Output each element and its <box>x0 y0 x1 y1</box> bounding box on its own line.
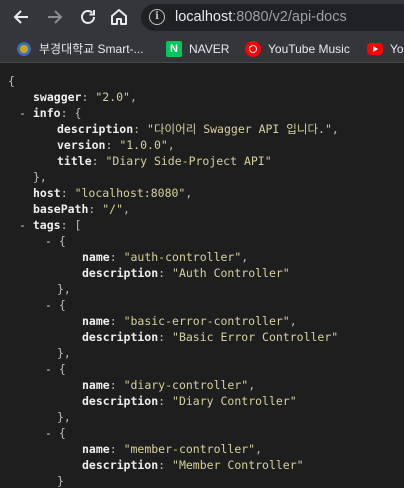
json-tag-open: - { <box>45 234 66 248</box>
json-tag-open: - { <box>45 426 66 440</box>
json-tag-description-row: description: "Diary Controller" <box>82 394 297 408</box>
json-root-open: { <box>8 74 15 88</box>
json-swagger-row: swagger: "2.0", <box>33 90 137 104</box>
forward-arrow-icon[interactable] <box>44 6 66 28</box>
url-text[interactable]: localhost:8080/v2/api-docs <box>175 9 347 25</box>
json-info-description-row: description: "다이어리 Swagger API 입니다.", <box>57 122 339 136</box>
naver-icon: N <box>166 41 182 57</box>
bookmark-label: 부경대학교 Smart-... <box>39 42 144 56</box>
json-tag-open: - { <box>45 362 66 376</box>
json-info-row: - info: { <box>19 106 82 120</box>
json-info-version-row: version: "1.0.0", <box>57 138 175 152</box>
json-tag-name-row: name: "diary-controller", <box>82 378 256 392</box>
json-tag-name-row: name: "basic-error-controller", <box>82 314 297 328</box>
collapse-toggle[interactable]: - <box>45 362 52 376</box>
university-icon <box>16 41 32 57</box>
json-basepath-row: basePath: "/", <box>33 202 130 216</box>
url-path: :8080/v2/api-docs <box>232 9 347 25</box>
bookmark-label: YouTube Music <box>268 42 350 56</box>
json-tag-description-row: description: "Auth Controller" <box>82 266 290 280</box>
json-tag-close: } <box>57 474 64 488</box>
youtube-icon <box>367 43 383 55</box>
json-tag-name-row: name: "auth-controller", <box>82 250 249 264</box>
collapse-toggle[interactable]: - <box>45 234 52 248</box>
browser-toolbar: i localhost:8080/v2/api-docs <box>0 0 404 35</box>
json-tag-close: }, <box>57 282 71 296</box>
json-tag-name-row: name: "member-controller", <box>82 442 263 456</box>
json-host-row: host: "localhost:8080", <box>33 186 193 200</box>
collapse-toggle[interactable]: - <box>45 298 52 312</box>
youtube-music-icon <box>245 41 261 57</box>
home-icon[interactable] <box>108 6 130 28</box>
json-tag-description-row: description: "Member Controller" <box>82 458 304 472</box>
json-info-title-row: title: "Diary Side-Project API" <box>57 154 272 168</box>
bookmarks-bar: 부경대학교 Smart-... N NAVER YouTube Music Yo <box>0 35 404 63</box>
bookmark-label: Yo <box>390 42 404 56</box>
back-arrow-icon[interactable] <box>10 6 32 28</box>
reload-icon[interactable] <box>77 6 99 28</box>
json-tag-description-row: description: "Basic Error Controller" <box>82 330 339 344</box>
collapse-toggle[interactable]: - <box>45 426 52 440</box>
site-info-icon[interactable]: i <box>149 9 165 25</box>
json-viewer: { swagger: "2.0", - info: { description:… <box>0 64 404 488</box>
bookmark-label: NAVER <box>189 42 230 56</box>
json-tags-row: - tags: [ <box>19 218 82 232</box>
json-tag-close: }, <box>57 410 71 424</box>
json-tag-open: - { <box>45 298 66 312</box>
json-tag-close: }, <box>57 346 71 360</box>
url-host: localhost <box>175 9 233 25</box>
collapse-toggle[interactable]: - <box>19 218 26 232</box>
collapse-toggle[interactable]: - <box>19 106 26 120</box>
address-bar[interactable]: i localhost:8080/v2/api-docs <box>141 4 404 31</box>
json-info-close: }, <box>33 170 47 184</box>
